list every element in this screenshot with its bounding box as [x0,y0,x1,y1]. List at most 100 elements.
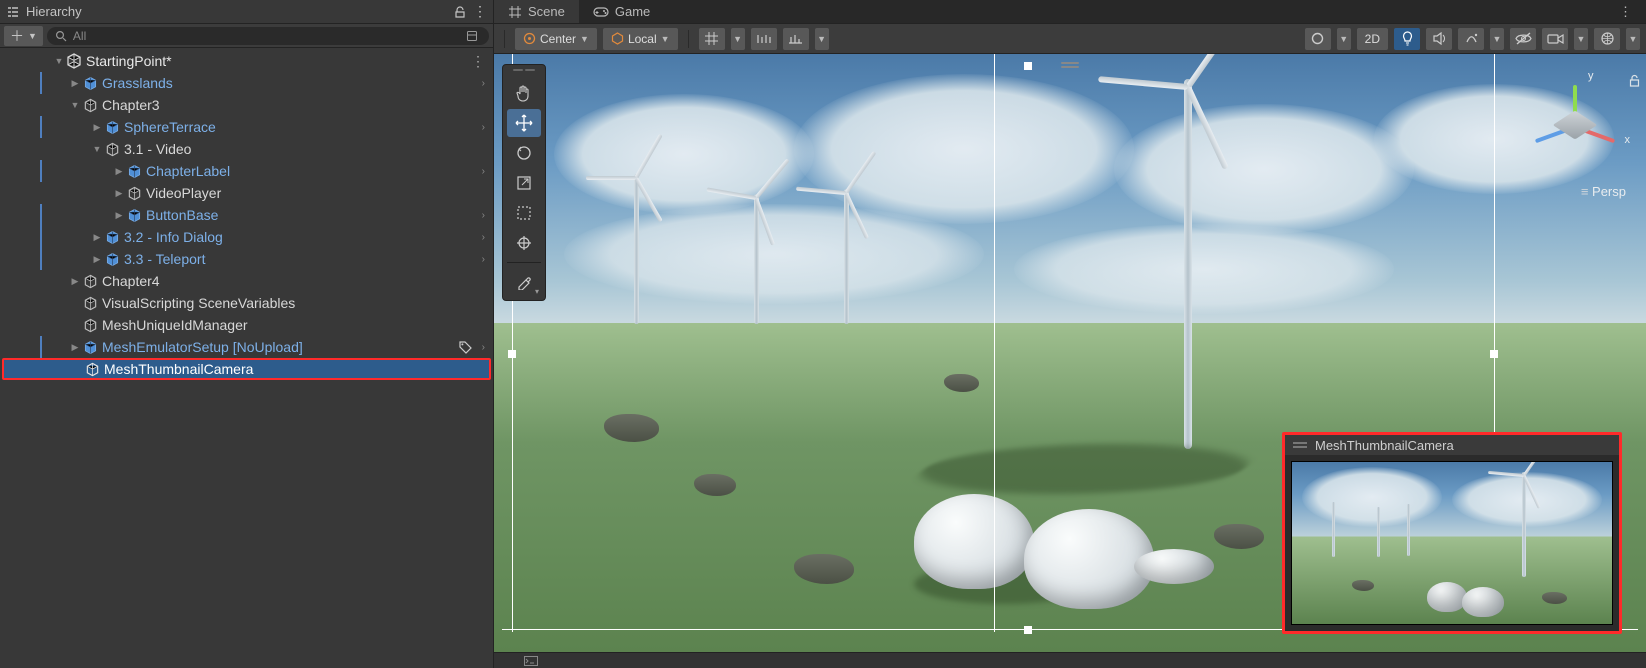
chevron-right-icon[interactable]: › [482,254,485,265]
scene-kebab[interactable]: ⋮ [1605,0,1646,23]
draw-mode-button[interactable] [1305,28,1331,50]
expand-arrow[interactable]: ▶ [112,188,126,199]
expand-arrow[interactable]: ▶ [112,210,126,221]
search-filter-icon[interactable] [463,27,481,45]
camera-preview[interactable]: MeshThumbnailCamera [1282,432,1622,634]
lock-icon[interactable] [453,5,467,19]
expand-arrow[interactable]: ▶ [68,276,82,287]
scale-tool[interactable] [507,169,541,197]
tree-item-sphereterrace[interactable]: ▶ SphereTerrace › [0,116,493,138]
gameobject-icon [84,361,100,377]
chevron-right-icon[interactable]: › [482,232,485,243]
fx-dropdown[interactable]: ▼ [1490,28,1504,50]
expand-arrow[interactable]: ▶ [68,342,82,353]
custom-tools[interactable] [507,268,541,296]
selection-handle[interactable] [1024,626,1032,634]
hierarchy-toolbar: ＋ ▼ All [0,24,493,48]
expand-arrow[interactable]: ▼ [52,56,66,66]
grid-snap-dropdown[interactable]: ▼ [731,28,745,50]
expand-arrow[interactable]: ▶ [112,166,126,177]
snap-settings-button[interactable] [783,28,809,50]
tree-item-visualscripting[interactable]: VisualScripting SceneVariables [0,292,493,314]
tree-item-meshemulator[interactable]: ▶ MeshEmulatorSetup [NoUpload] › [0,336,493,358]
projection-label[interactable]: ≡ Persp [1581,184,1626,199]
camera-preview-header[interactable]: MeshThumbnailCamera [1285,435,1619,455]
prefab-icon [104,119,120,135]
gameobject-icon [104,141,120,157]
tree-item-chapter4[interactable]: ▶ Chapter4 [0,270,493,292]
create-dropdown[interactable]: ＋ ▼ [4,26,43,46]
expand-arrow[interactable]: ▼ [90,144,104,154]
2d-toggle[interactable]: 2D [1357,28,1388,50]
camera-dropdown[interactable]: ▼ [1574,28,1588,50]
rock [694,474,736,496]
camera-button[interactable] [1542,28,1568,50]
selection-handle[interactable] [1024,62,1032,70]
chevron-right-icon[interactable]: › [482,166,485,177]
tree-item-chapter3[interactable]: ▼ Chapter3 [0,94,493,116]
chevron-right-icon[interactable]: › [482,210,485,221]
hierarchy-icon [6,5,20,19]
console-icon[interactable] [524,656,538,666]
expand-arrow[interactable]: ▼ [68,100,82,110]
snap-settings-dropdown[interactable]: ▼ [815,28,829,50]
gizmos-dropdown[interactable]: ▼ [1626,28,1640,50]
tree-item-chapterlabel[interactable]: ▶ ChapterLabel › [0,160,493,182]
orientation-gizmo[interactable]: y x [1520,70,1630,180]
visibility-toggle[interactable] [1510,28,1536,50]
tree-item-meshuniqueid[interactable]: MeshUniqueIdManager [0,314,493,336]
fx-toggle[interactable] [1458,28,1484,50]
scene-name: StartingPoint* [86,53,471,69]
hand-tool[interactable] [507,79,541,107]
lighting-toggle[interactable] [1394,28,1420,50]
audio-toggle[interactable] [1426,28,1452,50]
gameobject-icon [82,273,98,289]
scene-row[interactable]: ▼ StartingPoint* ⋮ [0,50,493,72]
hierarchy-search[interactable]: All [47,27,489,45]
overlay-drag-handle[interactable] [507,69,541,75]
hierarchy-tab[interactable]: Hierarchy [6,4,224,19]
selection-handle[interactable] [1490,350,1498,358]
expand-arrow[interactable]: ▶ [90,232,104,243]
tab-scene[interactable]: Scene [494,0,579,23]
selection-handle[interactable] [508,350,516,358]
expand-arrow[interactable]: ▶ [68,78,82,89]
chevron-right-icon[interactable]: › [482,122,485,133]
rotate-tool[interactable] [507,139,541,167]
tree-item-grasslands[interactable]: ▶ Grasslands › [0,72,493,94]
tree-item-meshthumbnail[interactable]: MeshThumbnailCamera [2,358,491,380]
move-tool[interactable] [507,109,541,137]
gizmo-lock-icon[interactable] [1629,74,1640,87]
item-label: Chapter4 [102,273,485,289]
gizmos-toggle[interactable] [1594,28,1620,50]
pivot-toggle[interactable]: Center ▼ [515,28,597,50]
kebab-icon[interactable]: ⋮ [471,53,485,70]
scene-viewport[interactable]: y x ≡ Persp MeshThumbnailCamera [494,54,1646,652]
rect-tool[interactable] [507,199,541,227]
wind-turbine [1184,79,1192,449]
expand-arrow[interactable]: ▶ [90,122,104,133]
chevron-right-icon[interactable]: › [482,78,485,89]
tree-item-teleport[interactable]: ▶ 3.3 - Teleport › [0,248,493,270]
tree-item-buttonbase[interactable]: ▶ ButtonBase › [0,204,493,226]
viewport-drag-handle[interactable] [1061,62,1079,68]
snap-increment-button[interactable] [751,28,777,50]
tag-icon [459,341,472,354]
chevron-right-icon[interactable]: › [482,342,485,353]
grid-snap-button[interactable] [699,28,725,50]
space-toggle[interactable]: Local ▼ [603,28,678,50]
toggle-label: Local [628,32,657,46]
expand-arrow[interactable]: ▶ [90,254,104,265]
prefab-icon [82,339,98,355]
overlay-drag-handle[interactable] [1293,442,1307,448]
tree-item-infodialog[interactable]: ▶ 3.2 - Info Dialog › [0,226,493,248]
hierarchy-title: Hierarchy [26,4,82,19]
transform-tool[interactable] [507,229,541,257]
item-label: 3.3 - Teleport [124,251,478,267]
tab-game[interactable]: Game [579,0,664,23]
tree-item-video[interactable]: ▼ 3.1 - Video [0,138,493,160]
kebab-icon[interactable]: ⋮ [473,5,487,19]
draw-mode-dropdown[interactable]: ▼ [1337,28,1351,50]
hierarchy-tab-bar: Hierarchy ⋮ [0,0,493,24]
tree-item-videoplayer[interactable]: ▶ VideoPlayer [0,182,493,204]
